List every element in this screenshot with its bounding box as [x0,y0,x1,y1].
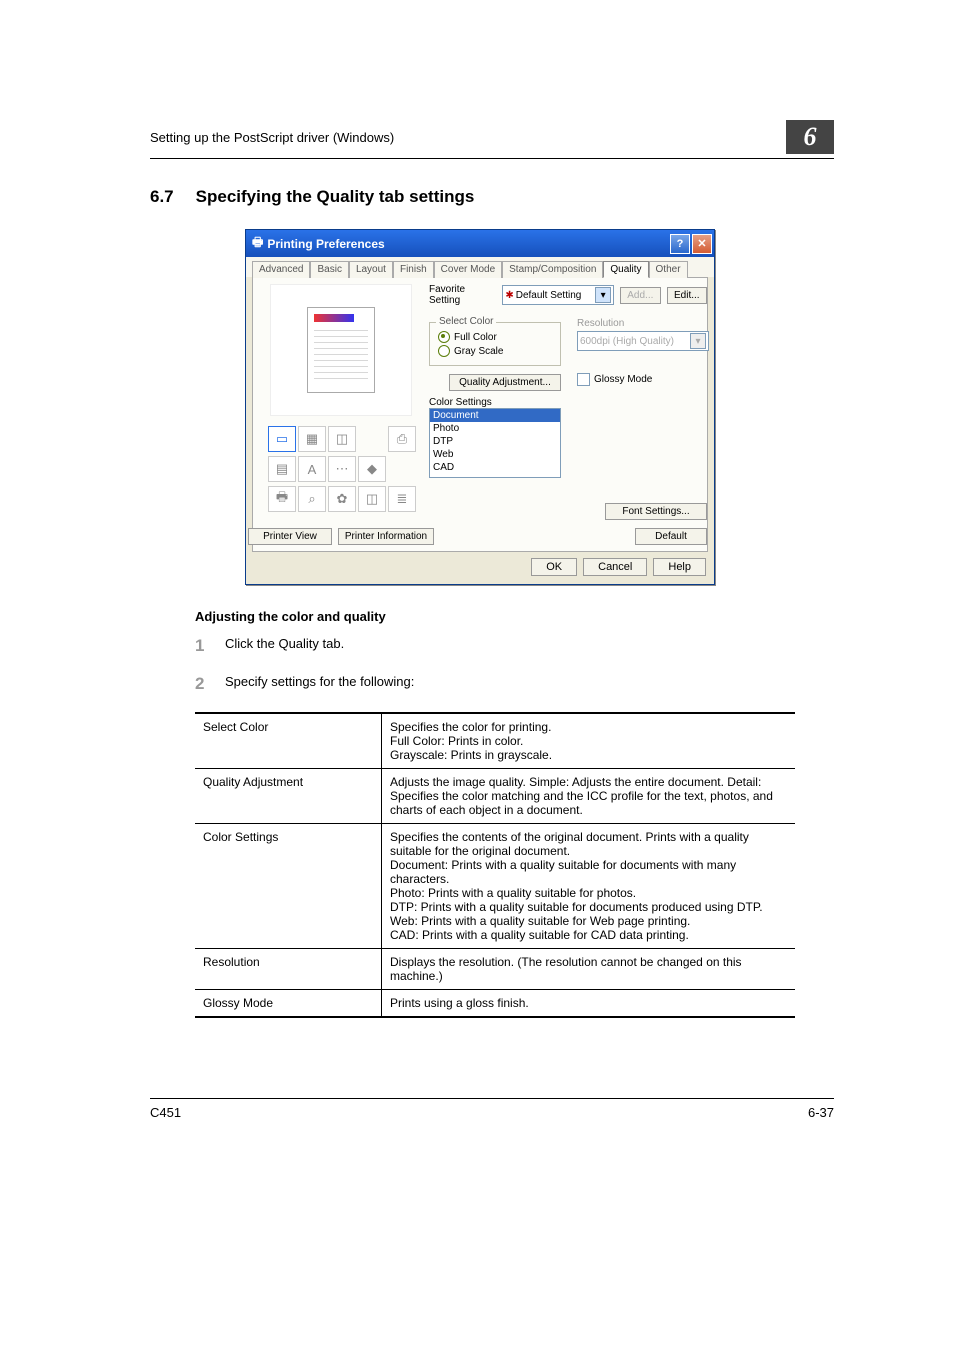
tab-stamp-composition[interactable]: Stamp/Composition [502,261,603,278]
setting-desc: Displays the resolution. (The resolution… [382,949,796,990]
orientation-icon[interactable]: ▭ [268,426,296,452]
setting-name: Glossy Mode [195,990,382,1018]
list-item[interactable]: Document [430,409,560,422]
select-color-label: Select Color [436,316,496,327]
section-number: 6.7 [150,187,174,207]
setting-desc: Specifies the contents of the original d… [382,824,796,949]
tab-cover-mode[interactable]: Cover Mode [434,261,502,278]
tab-quality[interactable]: Quality [603,261,648,278]
close-icon[interactable]: ✕ [692,234,712,254]
tab-layout[interactable]: Layout [349,261,393,278]
layout-options-icon[interactable]: ⋯ [328,456,356,482]
preview-area [270,284,412,416]
breadcrumb: Setting up the PostScript driver (Window… [150,130,394,145]
full-color-radio[interactable]: Full Color [438,331,552,343]
dialog-title: Printing Preferences [267,237,384,251]
step-text: Click the Quality tab. [225,636,344,656]
step-1: 1 Click the Quality tab. [195,636,834,656]
printer-icon: 🖶 [252,233,263,254]
select-color-group: Select Color Full Color Gray Scale [429,322,561,366]
zoom-icon[interactable]: ⌕ [298,486,326,512]
list-item[interactable]: Photo [430,422,560,435]
resolution-value: 600dpi (High Quality) [580,336,674,347]
step-2: 2 Specify settings for the following: [195,674,834,694]
setting-desc: Specifies the color for printing. Full C… [382,713,796,769]
subsection-heading: Adjusting the color and quality [195,609,834,624]
edit-button[interactable]: Edit... [667,287,707,304]
list-icon[interactable]: ≣ [388,486,416,512]
list-item[interactable]: CAD [430,461,560,474]
step-number: 2 [195,674,209,694]
section-heading: 6.7 Specifying the Quality tab settings [150,187,834,207]
favorite-label: Favorite Setting [429,284,496,306]
model-label: C451 [150,1105,181,1120]
list-item[interactable]: Web [430,448,560,461]
chapter-number: 6 [786,120,834,154]
chevron-down-icon: ▾ [690,333,706,349]
help-button[interactable]: Help [653,558,706,576]
section-title: Specifying the Quality tab settings [196,187,475,207]
booklet-icon[interactable]: ▤ [268,456,296,482]
resolution-label: Resolution [577,318,707,329]
default-button[interactable]: Default [635,528,707,545]
cancel-button[interactable]: Cancel [583,558,647,576]
setting-name: Color Settings [195,824,382,949]
favorite-select[interactable]: ✱ Default Setting ▾ [502,285,614,305]
gray-scale-radio[interactable]: Gray Scale [438,345,552,357]
table-row: Quality AdjustmentAdjusts the image qual… [195,769,795,824]
quality-adjustment-button[interactable]: Quality Adjustment... [449,374,561,391]
table-row: ResolutionDisplays the resolution. (The … [195,949,795,990]
step-number: 1 [195,636,209,656]
page-header: Setting up the PostScript driver (Window… [150,120,834,159]
table-row: Color SettingsSpecifies the contents of … [195,824,795,949]
dialog-titlebar[interactable]: 🖶 Printing Preferences ? ✕ [246,230,714,257]
font-settings-button[interactable]: Font Settings... [605,503,707,520]
printer-info-button[interactable]: Printer Information [338,528,434,545]
star-icon: ✱ [505,290,513,301]
printer-icon-btn[interactable]: 🖶 [268,486,296,512]
printer-view-button[interactable]: Printer View [248,528,332,545]
watermark-icon[interactable]: ✿ [328,486,356,512]
tab-basic[interactable]: Basic [310,261,348,278]
chevron-down-icon: ▾ [595,287,611,303]
color-settings-list[interactable]: Document Photo DTP Web CAD [429,408,561,478]
table-row: Select ColorSpecifies the color for prin… [195,713,795,769]
tab-other[interactable]: Other [649,261,688,278]
page-preview-icon [307,307,375,393]
ok-button[interactable]: OK [531,558,577,576]
page-number: 6-37 [808,1105,834,1120]
nup-icon[interactable]: ▦ [298,426,326,452]
settings-table: Select ColorSpecifies the color for prin… [195,712,795,1018]
table-row: Glossy ModePrints using a gloss finish. [195,990,795,1018]
duplex-icon[interactable]: ◫ [328,426,356,452]
setting-desc: Prints using a gloss finish. [382,990,796,1018]
page-footer: C451 6-37 [150,1098,834,1120]
tab-bar: Advanced Basic Layout Finish Cover Mode … [246,257,714,277]
option-icon-row: ▭ ▦ ◫ ⎙ ▤ A ⋯ ◆ 🖶 ⌕ ✿ ◫ ≣ [268,426,414,512]
tab-finish[interactable]: Finish [393,261,434,278]
favorite-value: Default Setting [516,290,582,301]
step-text: Specify settings for the following: [225,674,414,694]
tab-advanced[interactable]: Advanced [252,261,310,278]
printing-preferences-dialog: 🖶 Printing Preferences ? ✕ Advanced Basi… [245,229,715,585]
setting-desc: Adjusts the image quality. Simple: Adjus… [382,769,796,824]
color-settings-label: Color Settings [429,397,561,408]
setting-name: Resolution [195,949,382,990]
glossy-mode-checkbox[interactable]: Glossy Mode [577,373,707,386]
resolution-select: 600dpi (High Quality) ▾ [577,331,709,351]
color-icon[interactable]: ◆ [358,456,386,482]
tray-icon[interactable]: ⎙ [388,426,416,452]
add-button[interactable]: Add... [620,287,660,304]
list-item[interactable]: DTP [430,435,560,448]
copies-icon[interactable]: ◫ [358,486,386,512]
help-icon[interactable]: ? [670,234,690,254]
setting-name: Quality Adjustment [195,769,382,824]
font-a-icon[interactable]: A [298,456,326,482]
setting-name: Select Color [195,713,382,769]
